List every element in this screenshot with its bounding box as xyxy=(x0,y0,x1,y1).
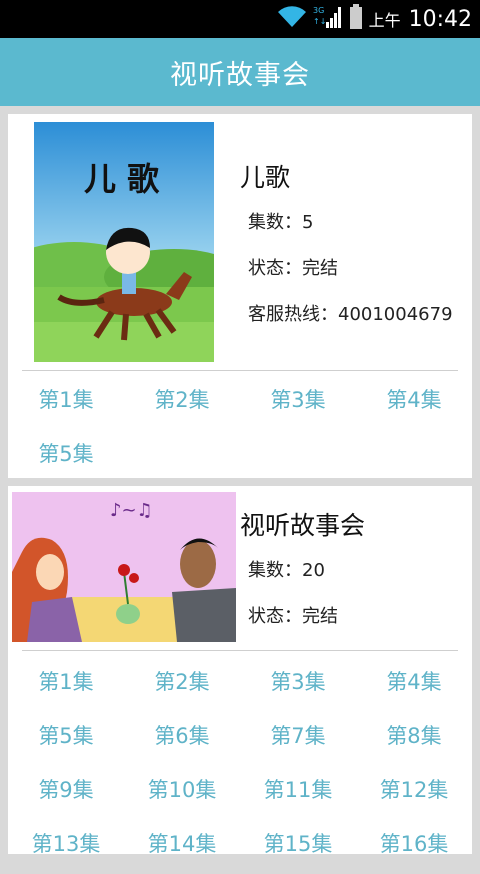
episode-link[interactable]: 第6集 xyxy=(124,712,240,766)
episode-link[interactable]: 第4集 xyxy=(356,658,472,712)
episode-link[interactable]: 第3集 xyxy=(240,658,356,712)
episode-count: 集数：20 xyxy=(248,560,325,581)
episode-count: 集数：5 xyxy=(248,212,314,233)
story-card-story-club[interactable]: ♪~♫ 视听故事会 集数：20 状态：完结 第1集 第2集 第3集 第4集 第5… xyxy=(8,486,472,856)
episode-link[interactable]: 第3集 xyxy=(240,376,356,430)
app-bar: 视听故事会 xyxy=(0,38,480,106)
app-title: 视听故事会 xyxy=(170,59,310,91)
episode-link[interactable]: 第9集 xyxy=(8,766,124,820)
episode-link[interactable]: 第7集 xyxy=(240,712,356,766)
svg-text:♪~♫: ♪~♫ xyxy=(110,500,153,521)
episode-link[interactable]: 第16集 xyxy=(356,820,472,874)
status-bar-right: 3G ↑↓ 上午 10:42 xyxy=(277,0,472,38)
cover-image-story-club[interactable]: ♪~♫ xyxy=(12,492,236,642)
divider xyxy=(22,370,458,371)
episode-grid: 第1集 第2集 第3集 第4集 第5集 xyxy=(8,376,472,484)
status-ampm: 上午 xyxy=(368,11,401,30)
cover-caption: 儿 歌 xyxy=(84,160,160,198)
episode-link[interactable]: 第11集 xyxy=(240,766,356,820)
story-card-nursery-rhymes[interactable]: 儿 歌 儿歌 集数：5 状态：完结 客服热线：4001004679 第1集 第2… xyxy=(8,114,472,478)
divider xyxy=(22,650,458,651)
episode-link[interactable]: 第15集 xyxy=(240,820,356,874)
wifi-icon xyxy=(277,5,307,33)
story-info: 视听故事会 集数：20 状态：完结 xyxy=(240,506,365,648)
episode-link[interactable]: 第2集 xyxy=(124,658,240,712)
episode-link[interactable]: 第14集 xyxy=(124,820,240,874)
service-hotline: 客服热线：4001004679 xyxy=(248,304,453,325)
episode-link[interactable]: 第13集 xyxy=(8,820,124,874)
episode-link[interactable]: 第5集 xyxy=(8,430,124,484)
story-title: 儿歌 xyxy=(240,163,291,192)
svg-text:3G: 3G xyxy=(313,6,324,15)
episode-link[interactable]: 第4集 xyxy=(356,376,472,430)
episode-link[interactable]: 第10集 xyxy=(124,766,240,820)
status-time: 10:42 xyxy=(408,6,472,32)
episode-link[interactable]: 第12集 xyxy=(356,766,472,820)
svg-text:↑↓: ↑↓ xyxy=(313,17,326,26)
episode-link[interactable]: 第1集 xyxy=(8,376,124,430)
story-status: 状态：完结 xyxy=(248,258,338,279)
story-status: 状态：完结 xyxy=(248,606,338,627)
signal-icon: 3G ↑↓ xyxy=(313,4,343,34)
status-bar: 3G ↑↓ 上午 10:42 xyxy=(0,0,480,38)
episode-link[interactable]: 第5集 xyxy=(8,712,124,766)
episode-link[interactable]: 第2集 xyxy=(124,376,240,430)
story-title: 视听故事会 xyxy=(240,511,366,540)
episode-grid: 第1集 第2集 第3集 第4集 第5集 第6集 第7集 第8集 第9集 第10集… xyxy=(8,658,472,874)
battery-icon xyxy=(349,4,363,34)
cover-image-nursery-rhymes[interactable]: 儿 歌 xyxy=(34,122,214,362)
story-info: 儿歌 集数：5 状态：完结 客服热线：4001004679 xyxy=(240,158,453,346)
episode-link[interactable]: 第8集 xyxy=(356,712,472,766)
episode-link[interactable]: 第1集 xyxy=(8,658,124,712)
